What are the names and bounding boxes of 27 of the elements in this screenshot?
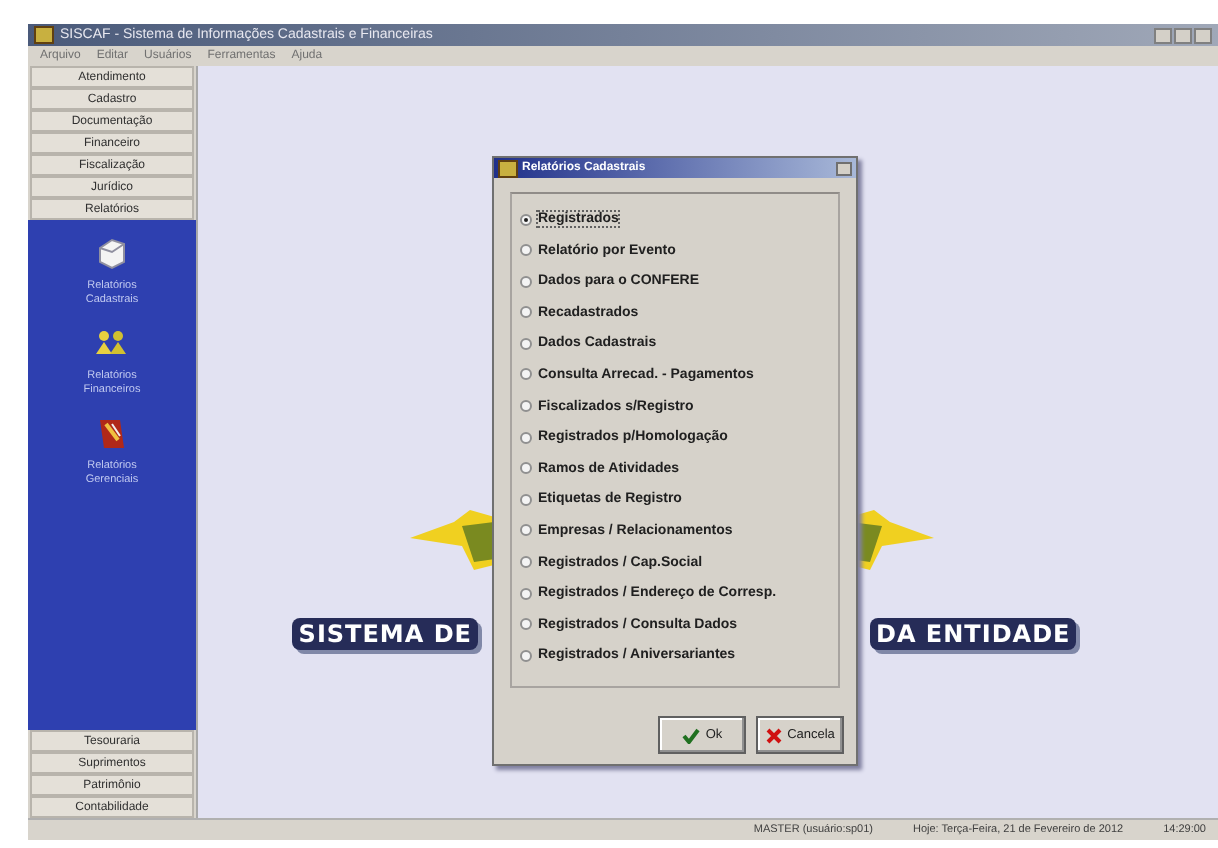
minimize-button[interactable] [1154, 27, 1172, 43]
app-icon [34, 26, 54, 44]
book-icon [94, 416, 130, 453]
radio-button[interactable] [520, 244, 532, 257]
radio-button[interactable] [520, 337, 532, 350]
radio-button[interactable] [520, 556, 532, 569]
radio-button[interactable] [520, 400, 532, 413]
maximize-button[interactable] [1174, 27, 1192, 43]
radio-button[interactable] [520, 587, 532, 600]
radio-button[interactable] [520, 431, 532, 444]
logo-text: SISTEMA DE [292, 618, 478, 650]
radio-button[interactable] [520, 306, 532, 319]
x-icon [765, 727, 782, 743]
radio-button[interactable] [520, 368, 532, 381]
app-icon [498, 159, 518, 177]
radio-button[interactable] [520, 649, 532, 662]
close-button[interactable] [1194, 27, 1212, 43]
radio-button[interactable] [520, 275, 532, 288]
box-icon [94, 236, 130, 272]
radio-button[interactable] [520, 493, 532, 506]
radio-button[interactable] [520, 524, 532, 537]
radio-button[interactable] [520, 213, 532, 225]
logo-text: DA ENTIDADE [870, 618, 1077, 650]
radio-button[interactable] [520, 618, 532, 631]
close-button[interactable] [836, 161, 852, 175]
radio-button[interactable] [520, 462, 532, 475]
check-icon [681, 727, 700, 743]
